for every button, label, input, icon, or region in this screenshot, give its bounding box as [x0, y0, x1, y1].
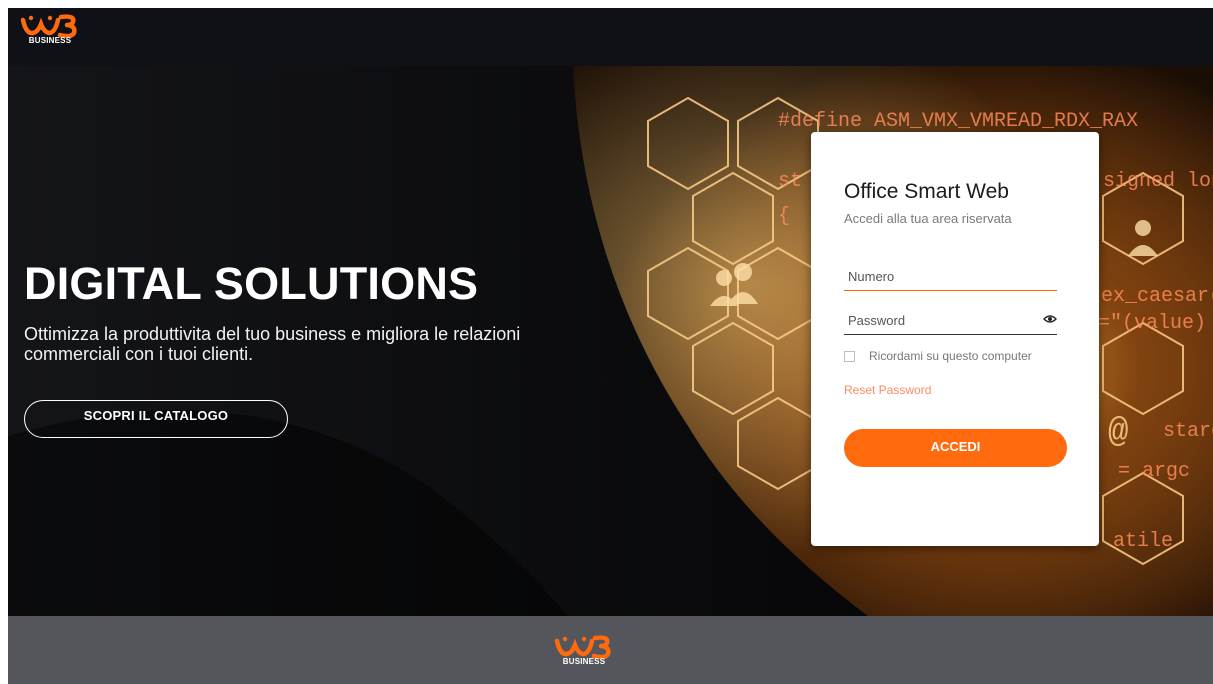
w3-logo-icon: [554, 635, 611, 659]
logo-text: BUSINESS: [28, 36, 72, 45]
w3-logo-icon: [20, 14, 77, 38]
code-fragment: {: [778, 205, 790, 228]
code-fragment: ex_caesar(AS: [1101, 285, 1213, 308]
remember-me-label: Ricordami su questo computer: [869, 349, 1032, 363]
code-fragment: #define ASM_VMX_VMREAD_RDX_RAX: [778, 110, 1138, 133]
password-input[interactable]: [844, 313, 1057, 334]
code-fragment: atile: [1113, 530, 1173, 553]
code-fragment: signed lon: [1103, 170, 1213, 193]
top-header: BUSINESS: [8, 8, 1213, 66]
password-field-wrapper: [844, 312, 1057, 335]
login-title: Office Smart Web: [844, 180, 1009, 203]
remember-me-row[interactable]: Ricordami su questo computer: [844, 349, 1032, 363]
code-fragment: = argc: [1118, 460, 1190, 483]
code-fragment: ="(value): [1098, 312, 1206, 335]
footer: BUSINESS: [8, 616, 1213, 684]
catalog-button[interactable]: SCOPRI IL CATALOGO: [24, 400, 288, 438]
code-fragment: @: [1108, 414, 1128, 452]
accedi-button[interactable]: ACCEDI: [844, 429, 1067, 467]
login-subtitle: Accedi alla tua area riservata: [844, 211, 1012, 226]
logo-text: BUSINESS: [562, 657, 606, 666]
hero-section: #define ASM_VMX_VMREAD_RDX_RAX signed lo…: [8, 66, 1213, 616]
eye-icon[interactable]: [1043, 314, 1057, 324]
checkbox-icon[interactable]: [844, 350, 855, 362]
hero-title: DIGITAL SOLUTIONS: [24, 258, 479, 309]
footer-w3-logo[interactable]: BUSINESS: [554, 635, 614, 666]
numero-input[interactable]: [844, 269, 1057, 290]
reset-password-link[interactable]: Reset Password: [844, 383, 931, 397]
numero-field-wrapper: [844, 268, 1057, 291]
code-fragment: starg: [1163, 420, 1213, 443]
hero-subtitle: Ottimizza la produttivita del tuo busine…: [24, 324, 521, 364]
w3-business-logo[interactable]: BUSINESS: [20, 14, 80, 45]
login-card: Office Smart Web Accedi alla tua area ri…: [811, 132, 1099, 546]
code-fragment: st: [778, 170, 802, 193]
